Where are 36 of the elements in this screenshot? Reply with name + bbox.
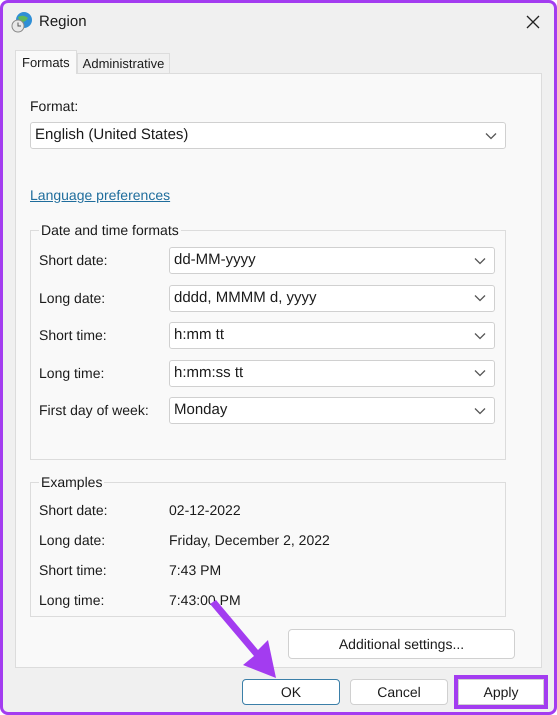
dropdown[interactable]: dddd, MMMM d, yyyy	[169, 284, 495, 312]
example-value: 7:43 PM	[169, 560, 222, 580]
group-title: Date and time formats	[40, 221, 180, 240]
chevron-down-icon	[474, 406, 486, 414]
field-label: First day of week:	[39, 401, 150, 420]
field-label: Short time:	[39, 326, 108, 345]
language-preferences-link[interactable]: Language preferences	[30, 185, 170, 206]
window-title: Region	[39, 12, 87, 32]
dialog-button[interactable]: OK	[242, 679, 340, 705]
dropdown[interactable]: h:mm tt	[169, 322, 495, 349]
tab[interactable]: Formats	[15, 50, 77, 74]
example-label: Long time:	[39, 590, 106, 610]
field-label: Long time:	[39, 364, 106, 383]
example-label: Long date:	[39, 530, 106, 550]
dropdown[interactable]: Monday	[169, 397, 495, 424]
dropdown[interactable]: h:mm:ss tt	[169, 360, 495, 386]
chevron-down-icon	[474, 332, 486, 340]
additional-settings-button[interactable]: Additional settings...	[288, 629, 515, 659]
tab[interactable]: Administrative	[76, 53, 170, 73]
example-value: 02-12-2022	[169, 500, 241, 520]
dropdown[interactable]: dd-MM-yyyy	[169, 247, 495, 274]
example-value: Friday, December 2, 2022	[169, 530, 330, 550]
globe-clock-icon	[11, 11, 33, 33]
field-label: Short date:	[39, 251, 108, 270]
format-label: Format:	[30, 97, 80, 116]
dropdown[interactable]: English (United States)	[30, 122, 506, 149]
chevron-down-icon	[485, 132, 497, 140]
chevron-down-icon	[474, 294, 486, 302]
group-title: Examples	[40, 473, 104, 492]
field-label: Long date:	[39, 288, 106, 308]
chevron-down-icon	[474, 256, 486, 264]
dialog-button[interactable]: Cancel	[350, 679, 448, 705]
chevron-down-icon	[474, 369, 486, 377]
example-label: Short time:	[39, 560, 108, 580]
example-label: Short date:	[39, 500, 108, 520]
close-icon[interactable]	[526, 15, 540, 29]
